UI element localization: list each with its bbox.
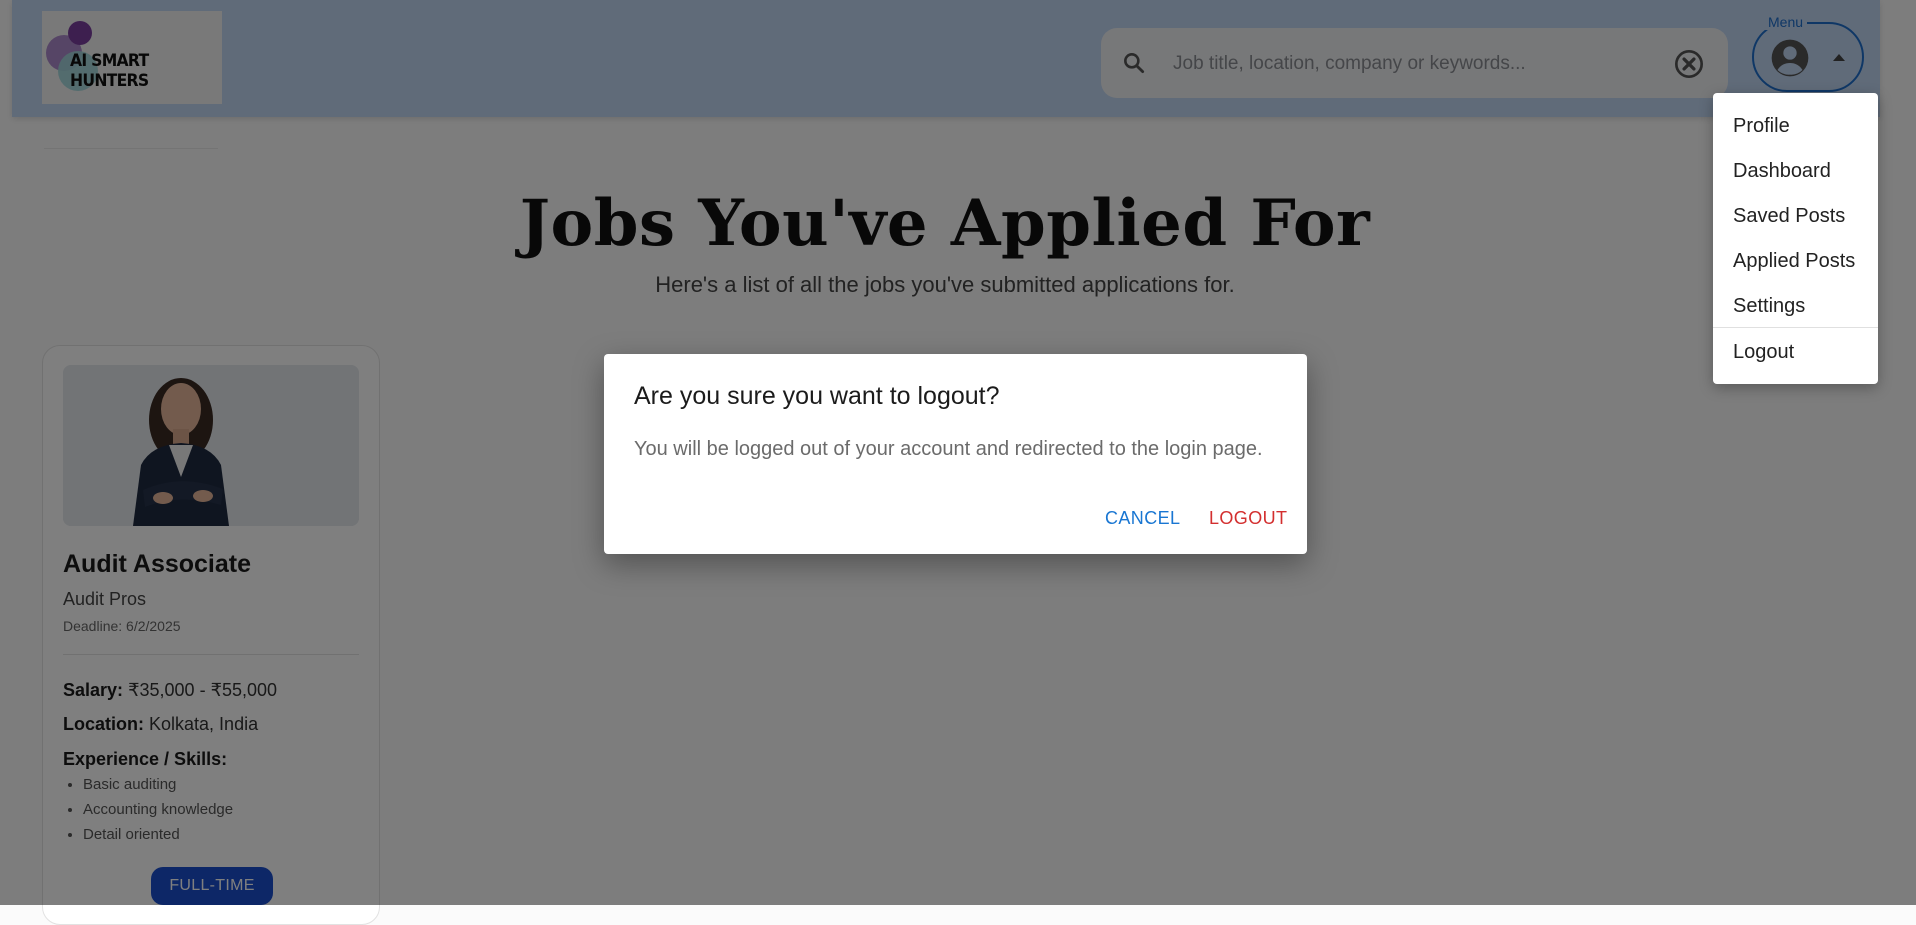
user-menu-dropdown: Profile Dashboard Saved Posts Applied Po… bbox=[1713, 93, 1878, 384]
dialog-title: Are you sure you want to logout? bbox=[634, 382, 1000, 410]
menu-item-profile[interactable]: Profile bbox=[1733, 115, 1790, 138]
menu-item-dashboard[interactable]: Dashboard bbox=[1733, 160, 1831, 183]
dialog-message: You will be logged out of your account a… bbox=[634, 438, 1263, 460]
logout-confirm-dialog: Are you sure you want to logout? You wil… bbox=[604, 354, 1307, 554]
divider bbox=[1713, 327, 1878, 328]
menu-item-logout[interactable]: Logout bbox=[1733, 341, 1794, 364]
menu-item-saved-posts[interactable]: Saved Posts bbox=[1733, 205, 1845, 228]
menu-item-applied-posts[interactable]: Applied Posts bbox=[1733, 250, 1855, 273]
menu-item-settings[interactable]: Settings bbox=[1733, 295, 1805, 318]
confirm-logout-button[interactable]: LOGOUT bbox=[1209, 508, 1287, 529]
cancel-button[interactable]: CANCEL bbox=[1105, 508, 1180, 529]
